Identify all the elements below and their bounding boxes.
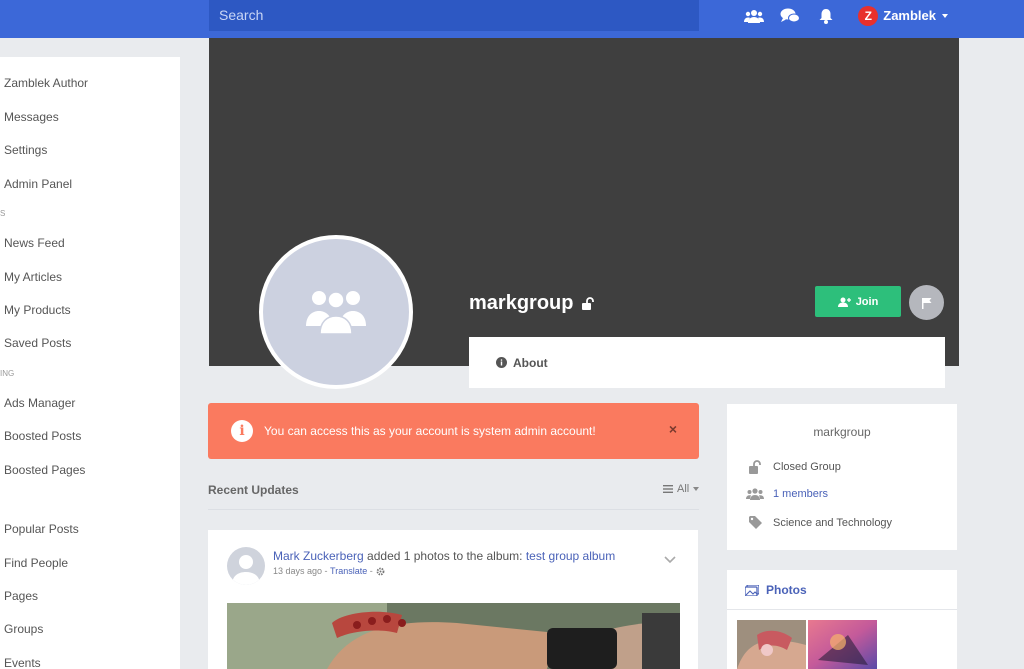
post-options-chevron-icon[interactable] <box>664 551 676 569</box>
post-meta: 13 days ago - Translate - <box>273 566 385 576</box>
join-label: Join <box>855 295 879 308</box>
flag-icon <box>921 297 931 309</box>
report-flag-button[interactable] <box>909 285 944 320</box>
album-link[interactable]: test group album <box>526 549 615 563</box>
group-people-icon <box>306 291 366 335</box>
group-privacy-row: Closed Group <box>746 460 841 474</box>
user-name: Zamblek <box>883 8 936 23</box>
unlock-icon <box>582 296 595 310</box>
add-user-icon <box>837 297 851 307</box>
group-avatar[interactable] <box>259 235 413 389</box>
photos-panel-header[interactable]: Photos <box>745 583 807 597</box>
tag-icon <box>748 516 762 529</box>
info-panel-title: markgroup <box>813 425 871 439</box>
notifications-bell-icon[interactable] <box>815 5 837 27</box>
close-icon[interactable]: × <box>669 421 677 437</box>
messages-icon[interactable] <box>779 5 801 27</box>
group-category-row: Science and Technology <box>746 516 892 529</box>
sidebar-item-profile[interactable]: Zamblek Author <box>4 76 88 90</box>
sidebar-item-boosted-posts[interactable]: Boosted Posts <box>4 429 81 443</box>
photos-icon <box>745 584 759 596</box>
sidebar-item-settings[interactable]: Settings <box>4 143 47 157</box>
admin-alert-banner: i You can access this as your account is… <box>208 403 699 459</box>
sidebar-item-events[interactable]: Events <box>4 656 41 669</box>
sidebar-item-pages[interactable]: Pages <box>4 589 38 603</box>
photo-thumbnail[interactable] <box>808 620 877 669</box>
join-group-button[interactable]: Join <box>815 286 901 317</box>
meta-separator: - <box>322 566 331 576</box>
tab-about-label: About <box>513 355 548 370</box>
unlock-icon <box>748 460 761 474</box>
post-headline: Mark Zuckerberg added 1 photos to the al… <box>273 549 615 563</box>
feed-post: Mark Zuckerberg added 1 photos to the al… <box>208 530 698 669</box>
sidebar-item-messages[interactable]: Messages <box>4 110 59 124</box>
photos-panel-title: Photos <box>766 583 807 597</box>
default-user-icon <box>232 555 260 585</box>
group-category-text: Science and Technology <box>773 516 893 529</box>
panel-divider <box>727 609 957 610</box>
chevron-down-icon <box>942 13 948 18</box>
photo-thumbnail[interactable] <box>737 620 806 669</box>
friends-icon[interactable] <box>743 5 765 27</box>
post-photo[interactable] <box>227 603 680 669</box>
group-info-panel: markgroup Closed Group 1 members Science… <box>727 404 957 550</box>
sidebar-section-header: ING <box>0 369 15 378</box>
thumbnail-image <box>737 620 806 669</box>
info-circle-icon: i <box>231 420 253 442</box>
photos-panel: Photos <box>727 570 957 669</box>
album-photo-image <box>227 603 680 669</box>
sidebar-item-groups[interactable]: Groups <box>4 622 43 636</box>
group-name-text: markgroup <box>469 292 574 314</box>
alert-message: You can access this as your account is s… <box>264 424 596 438</box>
top-navbar: Search Z Zamblek <box>0 0 1024 38</box>
sidebar-item-find-people[interactable]: Find People <box>4 556 68 570</box>
chevron-down-icon <box>693 487 700 491</box>
privacy-gear-icon[interactable] <box>376 567 385 576</box>
sidebar-item-ads-manager[interactable]: Ads Manager <box>4 396 75 410</box>
info-icon <box>496 357 507 368</box>
sidebar-item-news-feed[interactable]: News Feed <box>4 236 65 250</box>
recent-updates-title: Recent Updates <box>208 483 299 497</box>
sidebar-item-boosted-pages[interactable]: Boosted Pages <box>4 463 85 477</box>
post-author-link[interactable]: Mark Zuckerberg <box>273 549 364 563</box>
group-tab-bar: About <box>469 337 945 388</box>
top-icons: Z Zamblek <box>736 0 1024 31</box>
search-input[interactable]: Search <box>209 0 699 31</box>
group-members-row[interactable]: 1 members <box>746 488 828 500</box>
feed-filter-dropdown[interactable]: All <box>663 483 700 495</box>
sidebar-item-admin-panel[interactable]: Admin Panel <box>4 177 72 191</box>
members-icon <box>746 488 764 500</box>
section-divider <box>208 509 699 510</box>
list-icon <box>663 485 673 493</box>
group-members-link[interactable]: 1 members <box>773 488 828 500</box>
user-avatar: Z <box>858 5 879 26</box>
sidebar-item-my-products[interactable]: My Products <box>4 303 71 317</box>
feed-filter-label: All <box>677 483 690 495</box>
group-privacy-text: Closed Group <box>773 461 841 473</box>
sidebar-item-popular-posts[interactable]: Popular Posts <box>4 522 79 536</box>
thumbnail-image <box>808 620 877 669</box>
sidebar-section-header: S <box>0 209 6 218</box>
tab-about[interactable]: About <box>496 356 548 370</box>
sidebar-item-my-articles[interactable]: My Articles <box>4 270 62 284</box>
post-time[interactable]: 13 days ago <box>273 566 322 576</box>
post-author-avatar[interactable] <box>227 547 265 585</box>
sidebar-item-saved-posts[interactable]: Saved Posts <box>4 336 71 350</box>
meta-separator: - <box>367 566 373 576</box>
post-action-text: added 1 photos to the album: <box>367 549 523 563</box>
group-name: markgroup <box>469 292 595 315</box>
user-menu[interactable]: Z Zamblek <box>858 5 948 26</box>
translate-link[interactable]: Translate <box>330 566 367 576</box>
